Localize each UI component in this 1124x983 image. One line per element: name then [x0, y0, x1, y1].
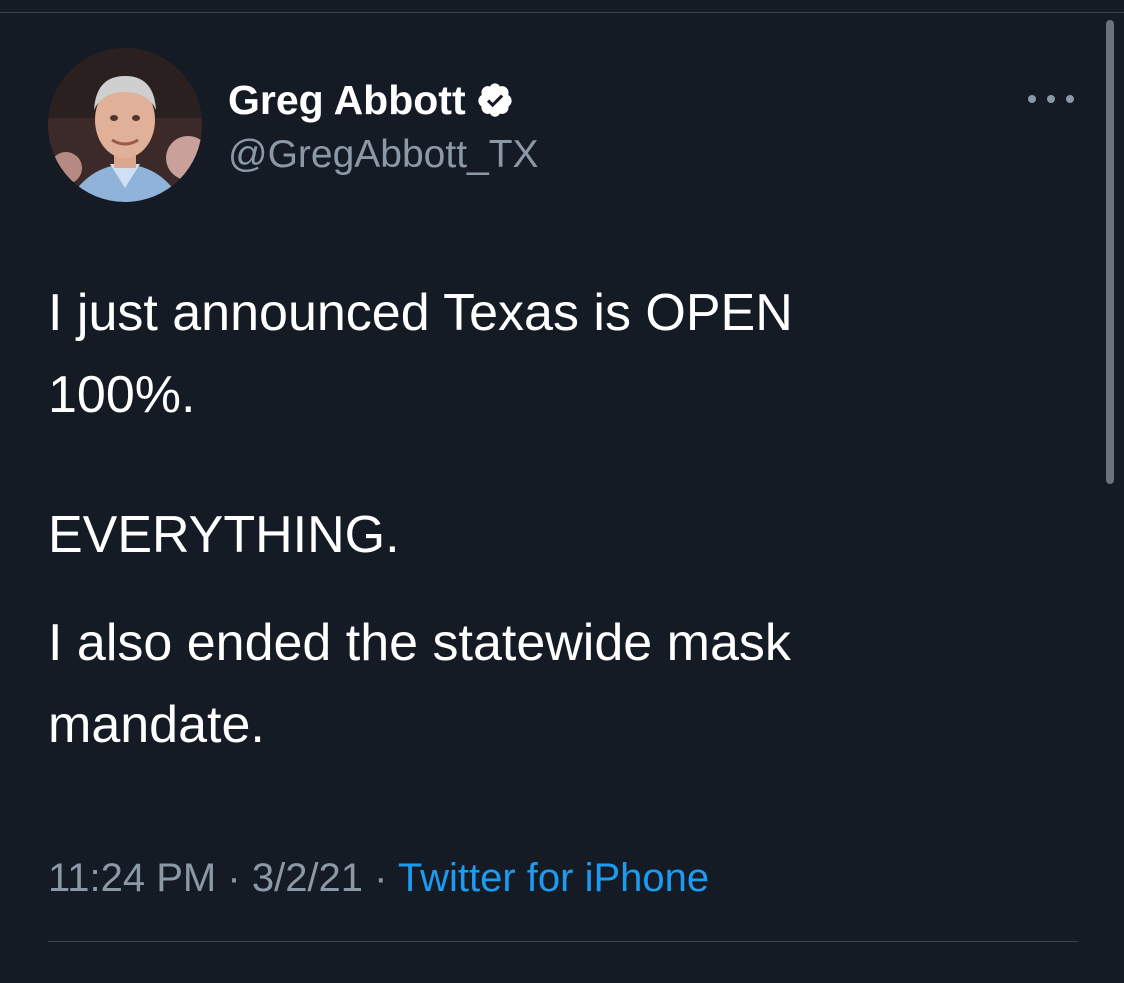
- separator-dot: ·: [374, 856, 388, 900]
- more-dot: [1047, 95, 1055, 103]
- name-row[interactable]: Greg Abbott: [228, 76, 514, 124]
- tweet-paragraph: EVERYTHING.: [48, 506, 400, 564]
- avatar[interactable]: [48, 48, 202, 202]
- tweet-source-link[interactable]: Twitter for iPhone: [398, 856, 709, 900]
- scrollbar[interactable]: [1106, 20, 1114, 484]
- bottom-divider: [48, 941, 1078, 942]
- tweet-time[interactable]: 11:24 PM: [48, 856, 216, 900]
- top-divider: [0, 12, 1124, 13]
- tweet-metadata: 11:24 PM · 3/2/21 · Twitter for iPhone: [48, 852, 709, 904]
- display-name[interactable]: Greg Abbott: [228, 76, 466, 124]
- more-dot: [1066, 95, 1074, 103]
- tweet-paragraph: I just announced Texas is OPEN 100%.: [48, 284, 793, 424]
- tweet-paragraph: I also ended the statewide mask mandate.: [48, 614, 791, 754]
- more-options-icon[interactable]: [1028, 86, 1074, 112]
- user-handle[interactable]: @GregAbbott_TX: [228, 131, 539, 179]
- separator-dot: ·: [227, 856, 241, 900]
- tweet-date[interactable]: 3/2/21: [252, 856, 363, 900]
- more-dot: [1028, 95, 1036, 103]
- verified-badge-icon: [476, 81, 514, 119]
